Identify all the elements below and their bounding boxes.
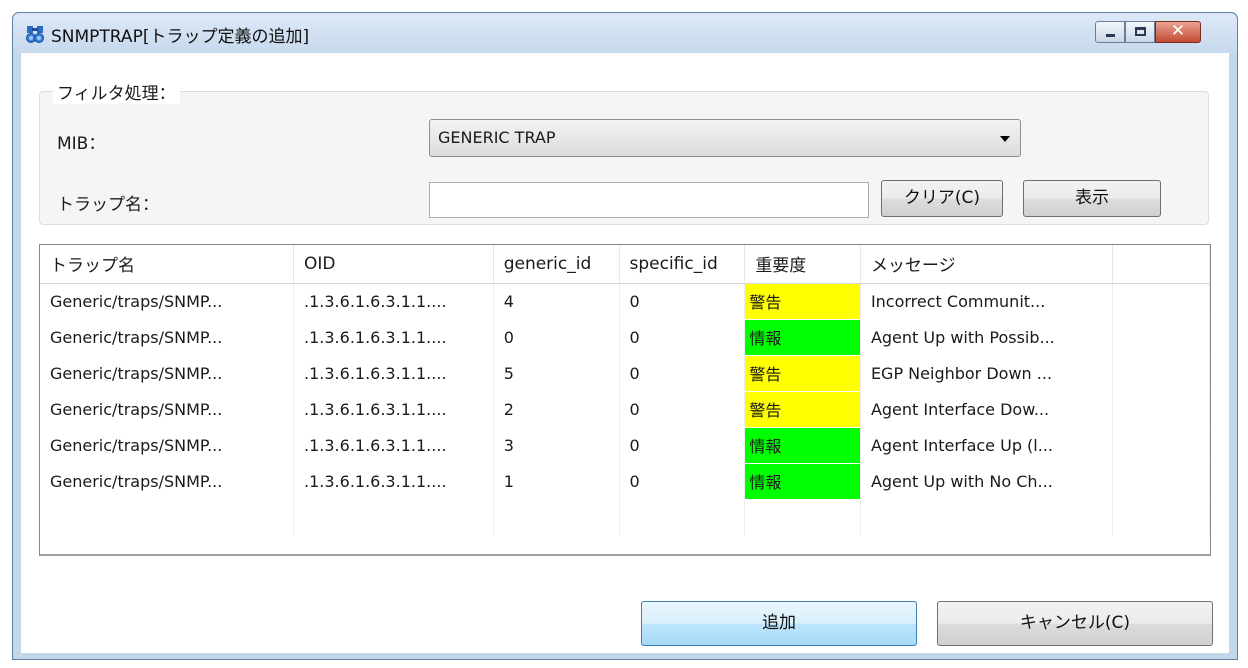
cell-message: Agent Interface Up (l... bbox=[860, 427, 1113, 464]
mib-select[interactable]: GENERIC TRAP bbox=[429, 119, 1021, 157]
cell-oid: .1.3.6.1.6.3.1.1.... bbox=[293, 427, 494, 464]
dialog-window: SNMPTRAP[トラップ定義の追加] ✕ フィルタ処理： MIB： GENER… bbox=[12, 12, 1238, 660]
table-row[interactable]: Generic/traps/SNMP... .1.3.6.1.6.3.1.1..… bbox=[40, 355, 1210, 392]
cell-trap-name: Generic/traps/SNMP... bbox=[40, 355, 295, 392]
cell-specific-id: 0 bbox=[619, 427, 746, 464]
trap-table-grid: トラップ名 OID generic_id specific_id 重要度 メッセ… bbox=[40, 245, 1210, 536]
cell-severity: 情報 bbox=[744, 319, 861, 356]
cell-message: Agent Interface Dow... bbox=[860, 391, 1113, 428]
cell-generic-id: 3 bbox=[493, 427, 620, 464]
column-header-generic-id[interactable]: generic_id bbox=[493, 245, 620, 284]
clear-button[interactable]: クリア(C) bbox=[881, 180, 1003, 217]
minimize-button[interactable] bbox=[1095, 21, 1125, 43]
cell-oid: .1.3.6.1.6.3.1.1.... bbox=[293, 391, 494, 428]
cancel-button-label: キャンセル(C) bbox=[1019, 613, 1131, 633]
cell-generic-id: 1 bbox=[493, 463, 620, 500]
table-header-row: トラップ名 OID generic_id specific_id 重要度 メッセ… bbox=[40, 245, 1210, 284]
dialog-body: フィルタ処理： MIB： GENERIC TRAP トラップ名： クリア(C) … bbox=[21, 53, 1229, 653]
cell-empty bbox=[293, 499, 494, 536]
close-icon: ✕ bbox=[1170, 21, 1186, 41]
cell-oid: .1.3.6.1.6.3.1.1.... bbox=[293, 283, 494, 320]
trap-name-input[interactable] bbox=[429, 182, 869, 218]
cell-trap-name: Generic/traps/SNMP... bbox=[40, 319, 295, 356]
cell-oid: .1.3.6.1.6.3.1.1.... bbox=[293, 319, 494, 356]
show-button[interactable]: 表示 bbox=[1023, 180, 1161, 217]
minimize-icon bbox=[1106, 34, 1115, 37]
cell-filler bbox=[1112, 283, 1210, 320]
table-row[interactable]: Generic/traps/SNMP... .1.3.6.1.6.3.1.1..… bbox=[40, 319, 1210, 356]
cell-message: Agent Up with No Ch... bbox=[860, 463, 1113, 500]
column-header-specific-id[interactable]: specific_id bbox=[619, 245, 746, 284]
column-header-message[interactable]: メッセージ bbox=[860, 245, 1113, 284]
table-row[interactable]: Generic/traps/SNMP... .1.3.6.1.6.3.1.1..… bbox=[40, 463, 1210, 500]
cell-generic-id: 5 bbox=[493, 355, 620, 392]
close-button[interactable]: ✕ bbox=[1155, 21, 1201, 43]
cell-filler bbox=[1112, 319, 1210, 356]
cell-message: Agent Up with Possib... bbox=[860, 319, 1113, 356]
cell-trap-name: Generic/traps/SNMP... bbox=[40, 463, 295, 500]
column-header-trap-name[interactable]: トラップ名 bbox=[40, 245, 295, 284]
maximize-button[interactable] bbox=[1125, 21, 1155, 43]
filter-group-title: フィルタ処理： bbox=[53, 79, 180, 104]
chevron-down-icon bbox=[1000, 136, 1010, 142]
column-header-severity[interactable]: 重要度 bbox=[744, 245, 861, 284]
cell-severity: 警告 bbox=[744, 283, 861, 320]
cell-specific-id: 0 bbox=[619, 283, 746, 320]
cancel-button[interactable]: キャンセル(C) bbox=[937, 601, 1213, 646]
cell-severity: 情報 bbox=[744, 463, 861, 500]
cell-empty bbox=[40, 499, 295, 536]
cell-generic-id: 4 bbox=[493, 283, 620, 320]
cell-empty bbox=[860, 499, 1113, 536]
cell-oid: .1.3.6.1.6.3.1.1.... bbox=[293, 463, 494, 500]
cell-specific-id: 0 bbox=[619, 391, 746, 428]
add-button[interactable]: 追加 bbox=[641, 601, 917, 646]
cell-generic-id: 0 bbox=[493, 319, 620, 356]
cell-message: EGP Neighbor Down ... bbox=[860, 355, 1113, 392]
show-button-label: 表示 bbox=[1075, 188, 1109, 208]
clear-button-label: クリア(C) bbox=[903, 188, 981, 208]
table-empty-row bbox=[40, 499, 1210, 536]
cell-filler bbox=[1112, 463, 1210, 500]
maximize-icon bbox=[1135, 27, 1146, 36]
cell-filler bbox=[1112, 391, 1210, 428]
cell-trap-name: Generic/traps/SNMP... bbox=[40, 427, 295, 464]
cell-trap-name: Generic/traps/SNMP... bbox=[40, 391, 295, 428]
cell-severity: 情報 bbox=[744, 427, 861, 464]
table-row[interactable]: Generic/traps/SNMP... .1.3.6.1.6.3.1.1..… bbox=[40, 427, 1210, 464]
mib-select-value: GENERIC TRAP bbox=[438, 128, 556, 147]
window-title: SNMPTRAP[トラップ定義の追加] bbox=[51, 27, 310, 47]
cell-specific-id: 0 bbox=[619, 463, 746, 500]
cell-message: Incorrect Communit... bbox=[860, 283, 1113, 320]
cell-filler bbox=[1112, 355, 1210, 392]
cell-trap-name: Generic/traps/SNMP... bbox=[40, 283, 295, 320]
table-row[interactable]: Generic/traps/SNMP... .1.3.6.1.6.3.1.1..… bbox=[40, 391, 1210, 428]
mib-label: MIB： bbox=[57, 134, 106, 154]
table-row[interactable]: Generic/traps/SNMP... .1.3.6.1.6.3.1.1..… bbox=[40, 283, 1210, 320]
column-header-filler bbox=[1112, 245, 1210, 284]
trap-name-label: トラップ名： bbox=[57, 195, 159, 215]
cell-empty bbox=[619, 499, 746, 536]
cell-severity: 警告 bbox=[744, 391, 861, 428]
cell-empty bbox=[1112, 499, 1210, 536]
cell-filler bbox=[1112, 427, 1210, 464]
cell-empty bbox=[493, 499, 620, 536]
cell-specific-id: 0 bbox=[619, 355, 746, 392]
binoculars-icon bbox=[26, 26, 44, 43]
column-header-oid[interactable]: OID bbox=[293, 245, 494, 284]
cell-severity: 警告 bbox=[744, 355, 861, 392]
cell-generic-id: 2 bbox=[493, 391, 620, 428]
cell-specific-id: 0 bbox=[619, 319, 746, 356]
trap-table[interactable]: トラップ名 OID generic_id specific_id 重要度 メッセ… bbox=[39, 244, 1211, 556]
title-bar[interactable]: SNMPTRAP[トラップ定義の追加] ✕ bbox=[13, 13, 1237, 53]
cell-empty bbox=[744, 499, 861, 536]
add-button-label: 追加 bbox=[762, 613, 796, 633]
cell-oid: .1.3.6.1.6.3.1.1.... bbox=[293, 355, 494, 392]
